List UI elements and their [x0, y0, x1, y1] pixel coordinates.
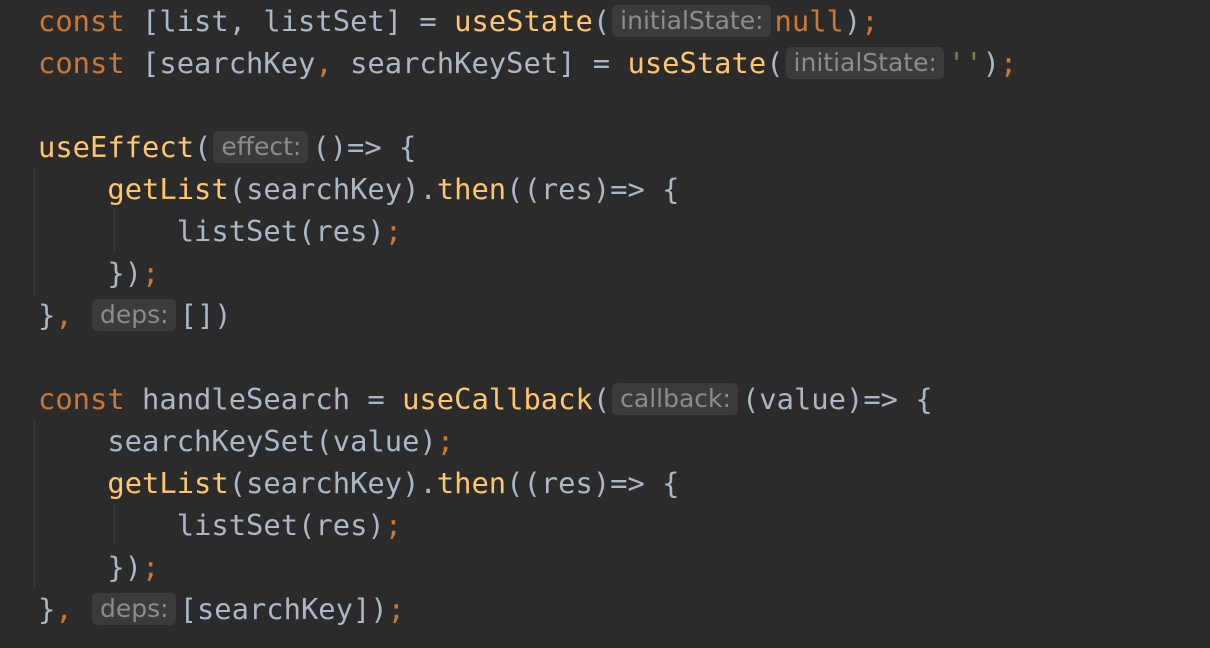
punctuation-token: ;: [387, 592, 405, 626]
punctuation-token: ,: [55, 298, 73, 332]
code-line[interactable]: const [list, listSet] = useState(initial…: [38, 0, 1210, 42]
keyword-token: const: [38, 4, 125, 38]
punctuation-token: ,: [315, 46, 333, 80]
code-line[interactable]: listSet(res);: [38, 504, 1210, 546]
function-token: useCallback: [402, 382, 593, 416]
code-token: ((res)=> {: [506, 466, 680, 500]
code-token: (value)=> {: [741, 382, 933, 416]
code-lines[interactable]: const [list, listSet] = useState(initial…: [38, 0, 1210, 630]
code-line[interactable]: const [searchKey, searchKeySet] = useSta…: [38, 42, 1210, 84]
code-token: (searchKey).: [228, 466, 437, 500]
code-token: }): [38, 550, 143, 584]
parameter-hint: initialState:: [785, 47, 944, 79]
function-token: then: [436, 466, 507, 500]
code-token: handleSearch =: [124, 382, 403, 416]
indent-guide: [34, 420, 35, 588]
punctuation-token: ;: [436, 424, 455, 458]
code-token: ((res)=> {: [506, 172, 680, 206]
code-token: (searchKey).: [228, 172, 437, 206]
punctuation-token: ;: [142, 550, 160, 584]
code-line[interactable]: searchKeySet(value);: [38, 420, 1210, 462]
parameter-hint: effect:: [213, 131, 309, 163]
code-line[interactable]: const handleSearch = useCallback(callbac…: [38, 378, 1210, 420]
code-line[interactable]: listSet(res);: [38, 210, 1210, 252]
code-token: [searchKey: [124, 46, 316, 80]
code-token: ): [982, 46, 1000, 80]
punctuation-token: ;: [142, 256, 160, 290]
keyword-token: const: [38, 46, 125, 80]
parameter-hint: initialState:: [612, 5, 771, 37]
string-token: '': [947, 46, 983, 80]
code-token: }: [38, 592, 56, 626]
parameter-hint: deps:: [92, 593, 176, 625]
punctuation-token: ,: [55, 592, 73, 626]
code-token: [list, listSet] =: [124, 4, 455, 38]
function-token: useState: [627, 46, 767, 80]
code-line[interactable]: getList(searchKey).then((res)=> {: [38, 168, 1210, 210]
function-token: useEffect: [38, 130, 195, 164]
code-line[interactable]: useEffect(effect: ()=> {: [38, 126, 1210, 168]
code-token: (: [766, 46, 784, 80]
code-line[interactable]: [38, 84, 1210, 126]
code-line[interactable]: });: [38, 252, 1210, 294]
code-token: (: [592, 382, 611, 416]
code-line[interactable]: [38, 336, 1210, 378]
punctuation-token: ;: [999, 46, 1018, 80]
function-token: then: [436, 172, 507, 206]
code-line[interactable]: });: [38, 546, 1210, 588]
punctuation-token: ;: [384, 214, 403, 248]
parameter-hint: callback:: [612, 383, 738, 415]
code-token: (: [592, 4, 611, 38]
keyword-token: const: [38, 382, 125, 416]
code-token: }: [38, 298, 56, 332]
code-line[interactable]: }, deps:[]): [38, 294, 1210, 336]
code-token: }): [38, 256, 143, 290]
code-token: []): [179, 298, 232, 332]
code-token: listSet(res): [38, 508, 385, 542]
code-token: searchKeySet] =: [332, 46, 628, 80]
indent-guide: [34, 168, 35, 294]
code-line[interactable]: }, deps: [searchKey]);: [38, 588, 1210, 630]
code-token: listSet(res): [38, 214, 385, 248]
parameter-hint: deps:: [92, 299, 176, 331]
code-token: (: [194, 130, 212, 164]
code-token: ): [843, 4, 862, 38]
keyword-token: null: [774, 4, 844, 38]
function-token: getList: [107, 172, 229, 206]
code-editor[interactable]: const [list, listSet] = useState(initial…: [0, 0, 1210, 648]
function-token: getList: [107, 466, 229, 500]
code-token: [searchKey]): [179, 592, 388, 626]
punctuation-token: ;: [384, 508, 403, 542]
code-line[interactable]: getList(searchKey).then((res)=> {: [38, 462, 1210, 504]
function-token: useState: [454, 4, 593, 38]
code-token: ()=> {: [312, 130, 417, 164]
punctuation-token: ;: [861, 4, 879, 38]
code-token: searchKeySet(value): [38, 424, 437, 458]
